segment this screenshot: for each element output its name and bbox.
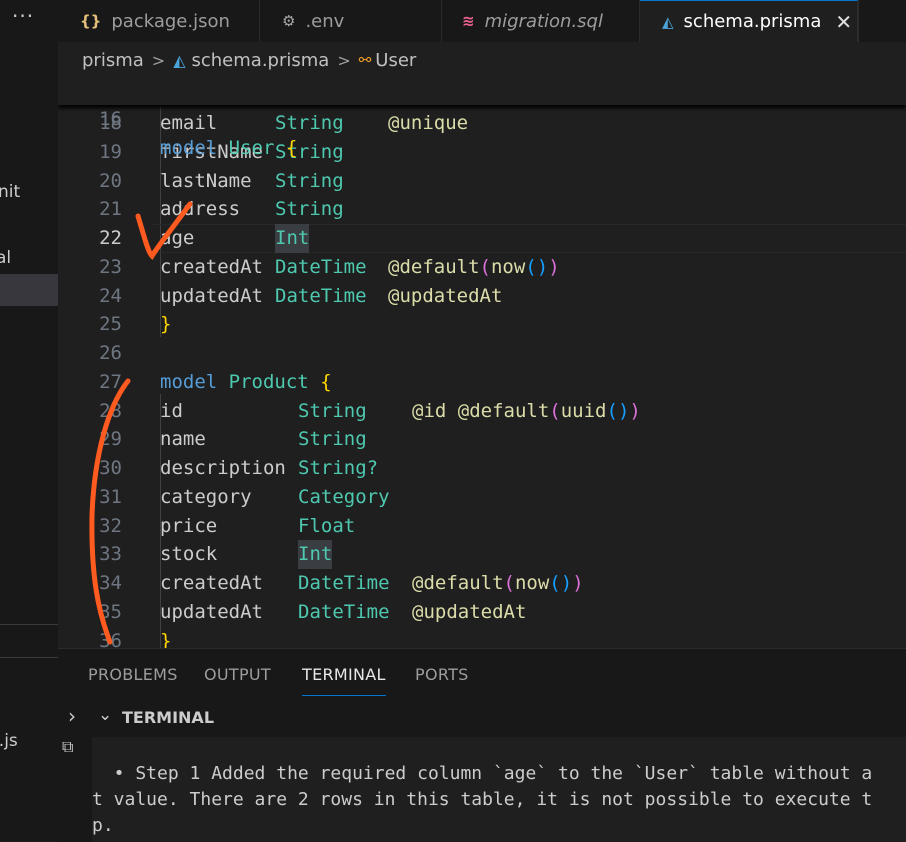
tab-migration-sql[interactable]: ≋ migration.sql	[442, 0, 640, 42]
json-file-icon: {}	[80, 12, 102, 30]
code-line[interactable]: 28 id String @id @default(uuid())	[58, 397, 906, 426]
line-number: 35	[99, 600, 122, 623]
line-number: 27	[99, 370, 122, 393]
line-number: 16	[99, 108, 122, 130]
terminal-line: • Step 1 Added the required column `age`…	[92, 763, 873, 784]
bottom-panel: PROBLEMS OUTPUT TERMINAL PORTS › ⌄ TERMI…	[58, 648, 906, 842]
code-line[interactable]: 33 stock Int	[58, 540, 906, 570]
code-line[interactable]: 22 age Int	[58, 224, 906, 253]
tab-label: .env	[305, 10, 345, 32]
tab-label: package.json	[111, 10, 230, 32]
code-line[interactable]: 32 price Float	[58, 512, 906, 541]
tab-env[interactable]: ⚙ .env	[260, 0, 442, 42]
explorer-sidebar: ··· nit al p.js	[0, 0, 58, 841]
prisma-icon: ◭	[173, 50, 186, 70]
line-number: 30	[99, 457, 122, 479]
terminal-section-header[interactable]: › ⌄ TERMINAL	[58, 701, 906, 735]
line-number: 23	[99, 255, 122, 278]
code-line[interactable]: 21 address String	[58, 195, 906, 224]
tab-terminal[interactable]: TERMINAL	[302, 665, 386, 696]
terminal-line: p.	[92, 815, 114, 836]
line-number: 22	[99, 227, 122, 249]
tab-label: schema.prisma	[683, 11, 822, 32]
sidebar-selected-item[interactable]	[0, 274, 58, 306]
sticky-scroll-header[interactable]: 16 model User {	[58, 76, 906, 159]
terminal-output[interactable]: • Step 1 Added the required column `age`…	[92, 737, 906, 842]
symbol-model-icon: ⚯	[358, 51, 372, 69]
code-line[interactable]: 30 description String?	[58, 454, 906, 483]
code-line[interactable]: 29 name String	[58, 425, 906, 454]
chevron-right-icon[interactable]: ›	[68, 704, 76, 728]
code-line[interactable]: 24 updatedAt DateTime @updatedAt	[58, 282, 906, 311]
code-text: }	[160, 629, 172, 649]
sidebar-divider	[0, 657, 58, 658]
line-number: 28	[99, 399, 122, 422]
line-number: 31	[99, 485, 122, 508]
code-text: model User {	[160, 137, 298, 159]
close-icon[interactable]: ✕	[835, 10, 852, 34]
tab-overflow[interactable]	[858, 0, 906, 42]
chevron-right-icon: >	[151, 50, 166, 70]
tab-problems[interactable]: PROBLEMS	[88, 665, 178, 684]
line-number: 36	[99, 629, 122, 649]
sidebar-divider	[0, 624, 58, 625]
chevron-right-icon: >	[337, 50, 351, 70]
breadcrumb-folder[interactable]: prisma	[82, 50, 144, 71]
code-text: }	[160, 313, 172, 336]
tab-ports[interactable]: PORTS	[415, 665, 469, 684]
tab-output[interactable]: OUTPUT	[204, 665, 271, 684]
sidebar-item-fragment[interactable]: al	[0, 248, 11, 268]
more-actions-icon[interactable]: ···	[12, 4, 34, 28]
line-number: 24	[99, 284, 122, 307]
code-text: model Product {	[160, 370, 332, 393]
line-number: 33	[99, 543, 122, 566]
code-line[interactable]: 25}	[58, 310, 906, 339]
tab-label: migration.sql	[484, 10, 603, 32]
code-line[interactable]: 27 model Product {	[58, 368, 906, 397]
line-number: 29	[99, 428, 122, 451]
tab-schema-prisma[interactable]: ◭ schema.prisma ✕	[640, 0, 858, 42]
terminal-section-title: TERMINAL	[122, 708, 215, 727]
line-number: 34	[99, 572, 122, 594]
line-number: 32	[99, 514, 122, 537]
terminal-line: t value. There are 2 rows in this table,…	[92, 789, 873, 810]
code-line[interactable]: 26	[58, 339, 906, 368]
code-line[interactable]: 23 createdAt DateTime @default(now())	[58, 253, 906, 282]
breadcrumb: prisma > ◭ schema.prisma > ⚯ User	[82, 46, 416, 74]
code-line[interactable]: 36}	[58, 627, 906, 649]
sidebar-item-fragment[interactable]: p.js	[0, 731, 18, 751]
database-icon: ≋	[462, 12, 475, 30]
line-number: 26	[99, 342, 122, 364]
gear-icon: ⚙	[282, 12, 296, 30]
editor-tab-bar: {} package.json ⚙ .env ≋ migration.sql ◭…	[58, 0, 906, 42]
code-line[interactable]: 31 category Category	[58, 483, 906, 512]
tab-package-json[interactable]: {} package.json	[58, 0, 260, 42]
terminal-debug-icon[interactable]: ⧉	[62, 737, 73, 757]
chevron-down-icon[interactable]: ⌄	[98, 705, 112, 725]
line-number: 25	[99, 313, 122, 336]
prisma-icon: ◭	[662, 12, 674, 31]
code-editor[interactable]: 18 email String @unique 19 firstName String 20 l…	[58, 76, 906, 648]
code-line[interactable]: 34 createdAt DateTime @default(now())	[58, 569, 906, 598]
code-line[interactable]: 20 lastName String	[58, 167, 906, 196]
breadcrumb-symbol[interactable]: User	[375, 50, 416, 71]
line-number: 21	[99, 198, 122, 221]
breadcrumb-file[interactable]: schema.prisma	[192, 50, 330, 71]
sidebar-item-fragment[interactable]: nit	[0, 182, 20, 202]
code-line[interactable]: 35 updatedAt DateTime @updatedAt	[58, 598, 906, 627]
